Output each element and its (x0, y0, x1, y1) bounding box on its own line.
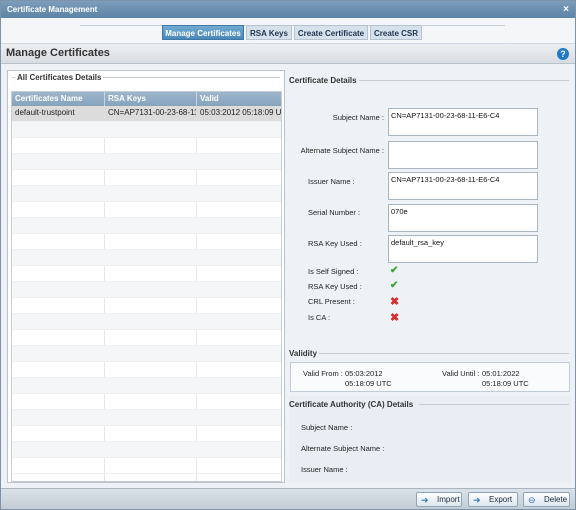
cell-certificate-name: default-trustpoint (15, 108, 75, 117)
subject-name-field[interactable]: CN=AP7131-00-23-68-11-E6-C4 (388, 108, 538, 136)
divider (359, 80, 569, 81)
alternate-subject-name-field[interactable] (388, 141, 538, 169)
table-row-empty (12, 346, 281, 362)
tab-create-certificate[interactable]: Create Certificate (294, 25, 368, 40)
divider (419, 404, 569, 405)
delete-button[interactable]: ⊖ Delete (523, 492, 570, 507)
tab-manage-certificates[interactable]: Manage Certificates (162, 25, 244, 40)
column-header-rsa-keys[interactable]: RSA Keys (105, 92, 197, 106)
ca-details-section: Certificate Authority (CA) Details Subje… (289, 396, 571, 483)
valid-until-date: 05:01:2022 (482, 369, 520, 378)
table-row-empty (12, 154, 281, 170)
import-icon: ➜ (421, 495, 429, 505)
check-icon: ✔ (390, 280, 399, 291)
table-row-empty (12, 362, 281, 378)
table-row[interactable]: default-trustpoint CN=AP7131-00-23-68-11… (12, 106, 282, 122)
table-row-empty (12, 314, 281, 330)
footer-toolbar: ➜ Import ➜ Export ⊖ Delete (1, 488, 575, 509)
table-row-empty (12, 426, 281, 442)
tab-bar-line (80, 25, 505, 26)
valid-from-date: 05:03:2012 (345, 369, 383, 378)
table-row-empty (12, 410, 281, 426)
serial-number-field[interactable]: 070e (388, 204, 538, 232)
page-title: Manage Certificates (6, 47, 110, 59)
import-button[interactable]: ➜ Import (416, 492, 462, 507)
validity-legend: Validity (289, 349, 318, 358)
valid-until-time: 05:18:09 UTC (482, 379, 529, 388)
ca-alternate-subject-name-label: Alternate Subject Name : (301, 444, 385, 453)
export-icon: ➜ (473, 495, 481, 505)
rsa-key-used-field[interactable]: default_rsa_key (388, 235, 538, 263)
table-row-empty (12, 394, 281, 410)
certificates-table: Certificates Name RSA Keys Valid default… (11, 91, 282, 482)
table-row-empty (12, 378, 281, 394)
table-row-empty (12, 234, 281, 250)
ca-issuer-name-label: Issuer Name : (301, 465, 348, 474)
certificate-details-legend: Certificate Details (289, 76, 357, 85)
certificate-management-window: Certificate Management × Manage Certific… (0, 0, 576, 510)
alternate-subject-name-label: Alternate Subject Name : (300, 146, 384, 155)
table-row-empty (12, 122, 281, 138)
validity-box: Valid From : 05:03:2012 05:18:09 UTC Val… (290, 362, 570, 392)
is-self-signed-label: Is Self Signed : (308, 267, 359, 276)
close-icon[interactable]: × (563, 1, 569, 18)
export-button[interactable]: ➜ Export (468, 492, 518, 507)
table-row-empty (12, 186, 281, 202)
issuer-name-field[interactable]: CN=AP7131-00-23-68-11-E6-C4 (388, 172, 538, 200)
column-header-valid[interactable]: Valid (197, 92, 281, 106)
ca-details-legend: Certificate Authority (CA) Details (289, 400, 414, 409)
serial-number-label: Serial Number : (308, 208, 361, 217)
valid-from-label: Valid From : (303, 369, 343, 378)
valid-until-label: Valid Until : (442, 369, 480, 378)
table-rows: default-trustpoint CN=AP7131-00-23-68-11… (12, 106, 282, 481)
window-titlebar: Certificate Management × (1, 1, 575, 18)
help-icon[interactable]: ? (557, 48, 569, 60)
issuer-name-label: Issuer Name : (308, 177, 355, 186)
check-icon: ✔ (390, 265, 399, 276)
table-row-empty (12, 442, 281, 458)
table-row-empty (12, 218, 281, 234)
is-ca-label: Is CA : (308, 313, 331, 322)
tab-create-csr[interactable]: Create CSR (370, 25, 422, 40)
certificate-details-panel: Certificate Details Subject Name : CN=AP… (289, 70, 571, 483)
valid-from-time: 05:18:09 UTC (345, 379, 392, 388)
tab-rsa-keys[interactable]: RSA Keys (246, 25, 292, 40)
ca-subject-name-label: Subject Name : (301, 423, 353, 432)
window-title: Certificate Management (7, 5, 98, 14)
table-row-empty (12, 266, 281, 282)
table-header: Certificates Name RSA Keys Valid (12, 92, 281, 106)
table-row-empty (12, 202, 281, 218)
subject-name-label: Subject Name : (332, 113, 384, 122)
export-label: Export (489, 495, 513, 504)
import-label: Import (437, 495, 460, 504)
all-certificates-legend: All Certificates Details (15, 73, 104, 82)
table-row-empty (12, 330, 281, 346)
all-certificates-panel: All Certificates Details Certificates Na… (7, 70, 285, 483)
column-header-certificates-name[interactable]: Certificates Name (12, 92, 105, 106)
rsa-key-used-status-label: RSA Key Used : (308, 282, 362, 291)
table-row-empty (12, 458, 281, 474)
table-row-empty (12, 138, 281, 154)
divider (319, 353, 569, 354)
rsa-key-used-label: RSA Key Used : (308, 239, 362, 248)
crl-present-label: CRL Present : (308, 297, 355, 306)
cell-valid: 05:03:2012 05:18:09 UTC (200, 108, 282, 117)
delete-icon: ⊖ (528, 495, 536, 505)
cross-icon: ✖ (390, 296, 400, 308)
page-header: Manage Certificates ? (1, 44, 575, 64)
cross-icon: ✖ (390, 312, 400, 324)
cell-rsa-key: CN=AP7131-00-23-68-11-E (108, 108, 196, 117)
delete-label: Delete (544, 495, 568, 504)
table-row-empty (12, 298, 281, 314)
tab-bar: Manage Certificates RSA Keys Create Cert… (1, 18, 575, 44)
table-row-empty (12, 282, 281, 298)
table-row-empty (12, 170, 281, 186)
table-row-empty (12, 250, 281, 266)
